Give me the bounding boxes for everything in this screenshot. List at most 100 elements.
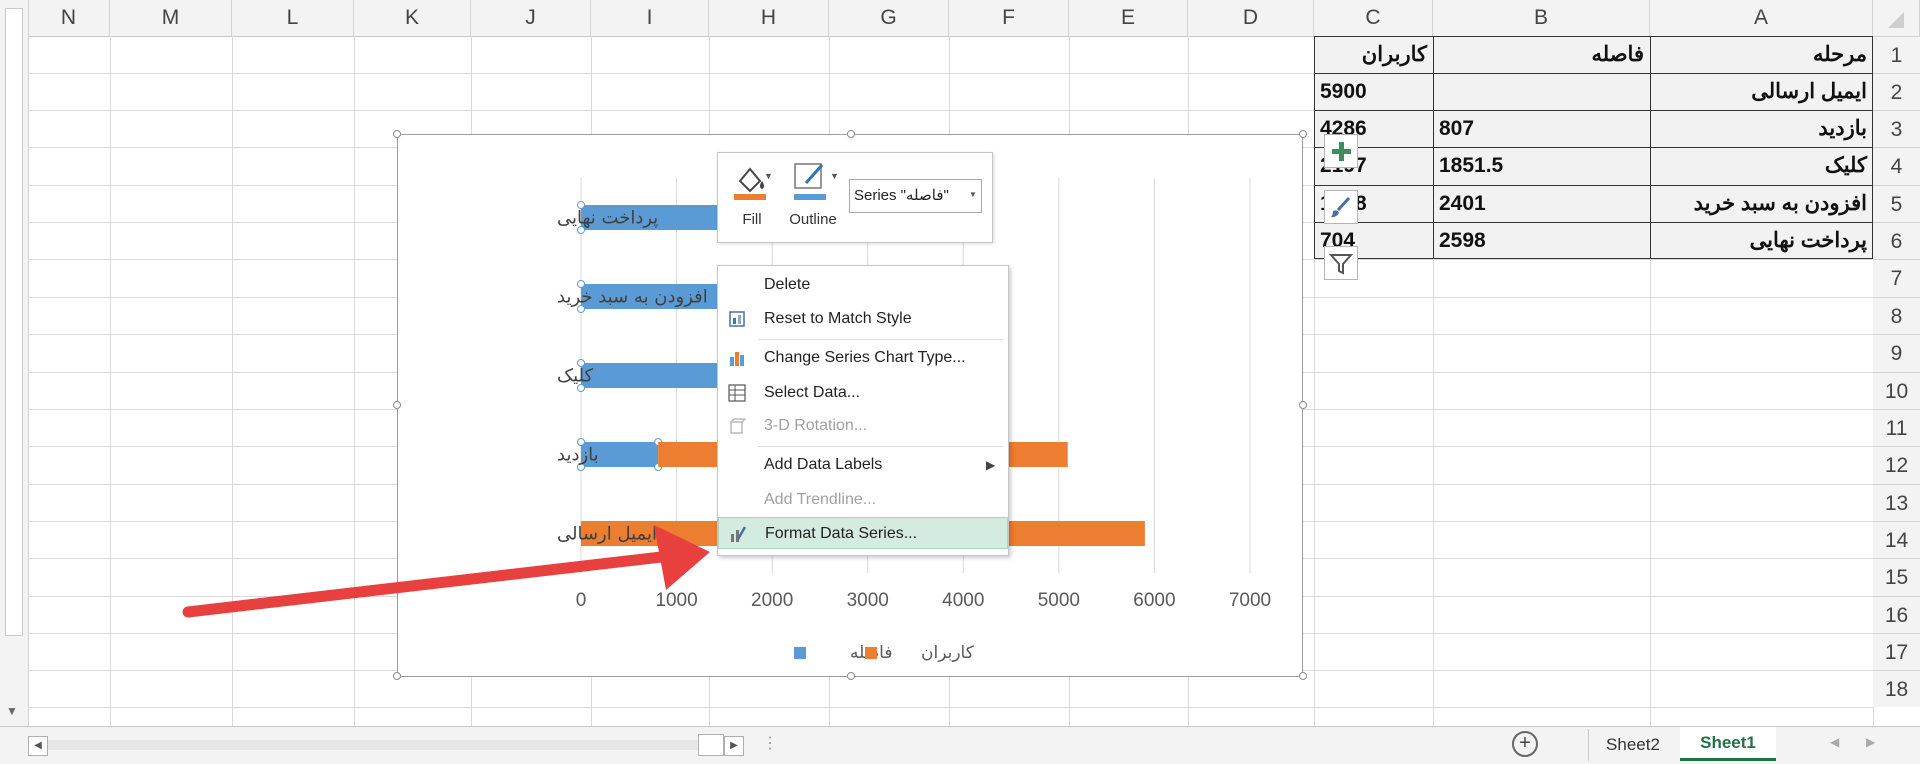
tab-scroll-right-icon[interactable]: ▶: [1866, 735, 1875, 749]
column-header-a[interactable]: A: [1650, 0, 1873, 36]
column-header-c[interactable]: C: [1314, 0, 1433, 36]
scroll-down-arrow-icon[interactable]: ▼: [6, 704, 18, 718]
row-header-6[interactable]: 6: [1873, 222, 1920, 259]
cell-b4[interactable]: 1851.5: [1433, 147, 1650, 185]
menu-item-change-chart-type[interactable]: Change Series Chart Type...: [718, 342, 1008, 374]
column-header-k[interactable]: K: [354, 0, 471, 36]
resize-handle-bottom-left[interactable]: [393, 672, 401, 680]
cell-a2[interactable]: ایمیل ارسالی: [1650, 73, 1873, 110]
cell-b3[interactable]: 807: [1433, 110, 1650, 147]
column-header-i[interactable]: I: [591, 0, 709, 36]
chart-elements-button[interactable]: [1324, 134, 1358, 168]
menu-item-3d-rotation[interactable]: 3-D Rotation...: [718, 410, 1008, 442]
cell-b1[interactable]: فاصله: [1433, 36, 1650, 73]
fill-dropdown-arrow-icon[interactable]: ▼: [764, 171, 773, 181]
cell-a6[interactable]: پرداخت نهایی: [1650, 222, 1873, 259]
submenu-arrow-icon: ▶: [986, 458, 996, 472]
scroll-left-icon[interactable]: ◀: [28, 736, 48, 756]
row-header-15[interactable]: 15: [1873, 558, 1920, 596]
resize-handle-top-left[interactable]: [393, 130, 401, 138]
brush-icon: [1331, 196, 1351, 218]
cell-b5[interactable]: 2401: [1433, 185, 1650, 222]
column-header-d[interactable]: D: [1188, 0, 1314, 36]
row-header-5[interactable]: 5: [1873, 185, 1920, 222]
chart-type-icon: [730, 352, 744, 366]
filter-icon: [1328, 254, 1354, 275]
cell-b2[interactable]: [1433, 73, 1650, 110]
menu-item-add-data-labels[interactable]: Add Data Labels ▶: [718, 449, 1008, 481]
x-tick-label: 6000: [1133, 590, 1175, 611]
column-header-f[interactable]: F: [949, 0, 1069, 36]
rotation-icon: [730, 418, 746, 434]
split-handle-icon[interactable]: ⋮: [762, 733, 778, 753]
cell-a1[interactable]: مرحله: [1650, 36, 1873, 73]
row-header-7[interactable]: 7: [1873, 259, 1920, 297]
row-header-10[interactable]: 10: [1873, 372, 1920, 409]
cell-a3[interactable]: بازدید: [1650, 110, 1873, 147]
x-tick-label: 2000: [751, 590, 793, 611]
column-header-m[interactable]: M: [110, 0, 232, 36]
cell-a4[interactable]: کلیک: [1650, 147, 1873, 185]
row-header-11[interactable]: 11: [1873, 409, 1920, 446]
scroll-right-icon[interactable]: ▶: [724, 736, 744, 756]
resize-handle-bottom[interactable]: [847, 672, 855, 680]
outline-label: Outline: [789, 211, 837, 228]
cell-c1[interactable]: کاربران: [1314, 36, 1433, 73]
horizontal-scroll-thumb[interactable]: [698, 734, 724, 756]
row-header-8[interactable]: 8: [1873, 297, 1920, 334]
row-header-3[interactable]: 3: [1873, 110, 1920, 147]
select-all-corner[interactable]: [1873, 0, 1920, 36]
column-header-g[interactable]: G: [829, 0, 949, 36]
resize-handle-right[interactable]: [1299, 401, 1307, 409]
column-header-b[interactable]: B: [1433, 0, 1650, 36]
series-select-dropdown[interactable]: Series "فاصله" ▼: [849, 179, 982, 213]
menu-item-delete[interactable]: Delete: [718, 269, 1008, 301]
column-header-l[interactable]: L: [232, 0, 354, 36]
row-header-13[interactable]: 13: [1873, 484, 1920, 521]
resize-handle-top-right[interactable]: [1299, 130, 1307, 138]
row-header-17[interactable]: 17: [1873, 633, 1920, 670]
menu-item-change-chart-type-label: Change Series Chart Type...: [764, 349, 966, 366]
column-header-bar: N M L K J I H G F E D C B A: [0, 0, 1920, 37]
row-header-9[interactable]: 9: [1873, 334, 1920, 372]
chart-filters-button[interactable]: [1324, 246, 1358, 280]
row-header-16[interactable]: 16: [1873, 596, 1920, 633]
row-header-12[interactable]: 12: [1873, 446, 1920, 484]
menu-item-3d-rotation-label: 3-D Rotation...: [764, 417, 868, 434]
column-header-e[interactable]: E: [1069, 0, 1188, 36]
tab-scroll-left-icon[interactable]: ◀: [1830, 735, 1839, 749]
resize-handle-top[interactable]: [847, 130, 855, 138]
resize-handle-bottom-right[interactable]: [1299, 672, 1307, 680]
menu-item-format-data-series[interactable]: Format Data Series...: [718, 517, 1008, 549]
menu-item-add-trendline[interactable]: Add Trendline...: [718, 484, 1008, 516]
tab-sheet2[interactable]: Sheet2: [1589, 729, 1677, 761]
fill-label: Fill: [742, 211, 762, 228]
column-header-h[interactable]: H: [709, 0, 829, 36]
row-header-1[interactable]: 1: [1873, 36, 1920, 73]
column-header-n[interactable]: N: [28, 0, 110, 36]
tab-sheet1-active[interactable]: Sheet1: [1680, 727, 1776, 761]
scrollbar-thumb[interactable]: [5, 8, 23, 636]
column-header-j[interactable]: J: [471, 0, 591, 36]
plus-circle-icon[interactable]: +: [1512, 731, 1538, 757]
row-header-14[interactable]: 14: [1873, 521, 1920, 558]
reset-style-icon: [729, 311, 745, 327]
outline-dropdown-arrow-icon[interactable]: ▼: [830, 171, 839, 181]
menu-item-select-data[interactable]: Select Data...: [718, 377, 1008, 409]
menu-item-add-data-labels-label: Add Data Labels: [764, 456, 883, 473]
horizontal-scroll-track[interactable]: [48, 740, 698, 750]
vertical-scrollbar[interactable]: ▼: [0, 0, 29, 726]
cell-c2[interactable]: 5900: [1314, 73, 1433, 110]
fill-button[interactable]: ▼ Fill: [728, 161, 776, 233]
legend-label: کاربران: [921, 643, 975, 663]
outline-button[interactable]: ▼ Outline: [784, 161, 842, 233]
cell-a5[interactable]: افزودن به سبد خرید: [1650, 185, 1873, 222]
cell-b6[interactable]: 2598: [1433, 222, 1650, 259]
menu-item-reset-style[interactable]: Reset to Match Style: [718, 303, 1008, 335]
row-header-4[interactable]: 4: [1873, 147, 1920, 185]
row-header-2[interactable]: 2: [1873, 73, 1920, 110]
chart-styles-button[interactable]: [1324, 190, 1358, 224]
resize-handle-left[interactable]: [393, 401, 401, 409]
row-header-18[interactable]: 18: [1873, 670, 1920, 707]
x-tick-label: 4000: [942, 590, 984, 611]
